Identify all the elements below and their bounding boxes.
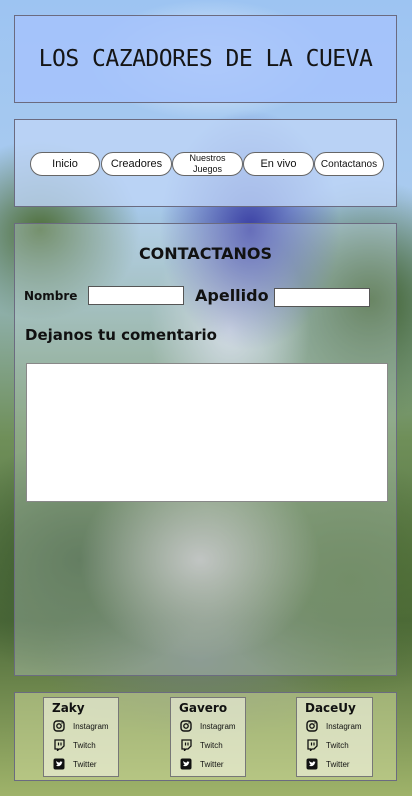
name-input[interactable] bbox=[88, 286, 184, 305]
creator-card-1: Gavero Instagram Twitch Twitter bbox=[170, 697, 246, 777]
social-link-twitter[interactable]: Twitter bbox=[53, 758, 97, 770]
instagram-icon bbox=[306, 720, 318, 732]
social-link-instagram[interactable]: Instagram bbox=[306, 720, 362, 732]
social-link-label: Twitter bbox=[200, 759, 224, 769]
social-link-twitch[interactable]: Twitch bbox=[306, 739, 349, 751]
footer: Zaky Instagram Twitch Twitter Gavero Instagra… bbox=[14, 692, 397, 781]
social-link-label: Twitch bbox=[326, 740, 349, 750]
social-link-label: Instagram bbox=[73, 721, 109, 731]
creator-name: Gavero bbox=[179, 701, 228, 715]
nav-contactanos-label: Contactanos bbox=[320, 158, 378, 170]
social-link-label: Twitch bbox=[73, 740, 96, 750]
nav-contactanos-button[interactable]: Contactanos bbox=[314, 152, 384, 176]
twitch-icon bbox=[306, 739, 318, 751]
nav-bar: Inicio Creadores Nuestros Juegos En vivo … bbox=[14, 119, 397, 207]
social-link-label: Twitch bbox=[200, 740, 223, 750]
social-link-instagram[interactable]: Instagram bbox=[180, 720, 236, 732]
contact-title: CONTACTANOS bbox=[138, 244, 273, 263]
nav-inicio-label: Inicio bbox=[52, 158, 78, 170]
site-title: LOS CAZADORES DE LA CUEVA bbox=[38, 46, 373, 72]
comment-textarea[interactable] bbox=[26, 363, 388, 502]
social-link-label: Instagram bbox=[200, 721, 236, 731]
nav-creadores-label: Creadores bbox=[110, 158, 163, 170]
nav-en-vivo-button[interactable]: En vivo bbox=[243, 152, 314, 176]
comment-label: Dejanos tu comentario bbox=[25, 326, 217, 344]
social-link-label: Instagram bbox=[326, 721, 362, 731]
twitch-icon bbox=[53, 739, 65, 751]
creator-name: Zaky bbox=[52, 701, 85, 715]
social-link-twitch[interactable]: Twitch bbox=[53, 739, 96, 751]
social-link-label: Twitter bbox=[326, 759, 350, 769]
twitch-icon bbox=[180, 739, 192, 751]
social-link-twitter[interactable]: Twitter bbox=[180, 758, 224, 770]
name-label: Nombre bbox=[24, 289, 78, 303]
creator-card-0: Zaky Instagram Twitch Twitter bbox=[43, 697, 119, 777]
surname-label: Apellido bbox=[195, 286, 269, 305]
nav-nuestros-juegos-label-2: Juegos bbox=[192, 164, 223, 174]
social-link-twitch[interactable]: Twitch bbox=[180, 739, 223, 751]
contact-form: CONTACTANOS Nombre Apellido Dejanos tu c… bbox=[14, 223, 397, 676]
twitter-icon bbox=[53, 758, 65, 770]
nav-creadores-button[interactable]: Creadores bbox=[101, 152, 172, 176]
header-banner: LOS CAZADORES DE LA CUEVA bbox=[14, 15, 397, 103]
creator-card-2: DaceUy Instagram Twitch Twitter bbox=[296, 697, 373, 777]
social-link-label: Twitter bbox=[73, 759, 97, 769]
creator-name: DaceUy bbox=[305, 701, 356, 715]
nav-nuestros-juegos-button[interactable]: Nuestros Juegos bbox=[172, 152, 243, 176]
nav-nuestros-juegos-label-1: Nuestros bbox=[189, 153, 226, 163]
social-link-instagram[interactable]: Instagram bbox=[53, 720, 109, 732]
twitter-icon bbox=[180, 758, 192, 770]
instagram-icon bbox=[180, 720, 192, 732]
nav-inicio-button[interactable]: Inicio bbox=[30, 152, 100, 176]
surname-input[interactable] bbox=[274, 288, 370, 307]
instagram-icon bbox=[53, 720, 65, 732]
social-link-twitter[interactable]: Twitter bbox=[306, 758, 350, 770]
nav-en-vivo-label: En vivo bbox=[260, 158, 297, 170]
twitter-icon bbox=[306, 758, 318, 770]
